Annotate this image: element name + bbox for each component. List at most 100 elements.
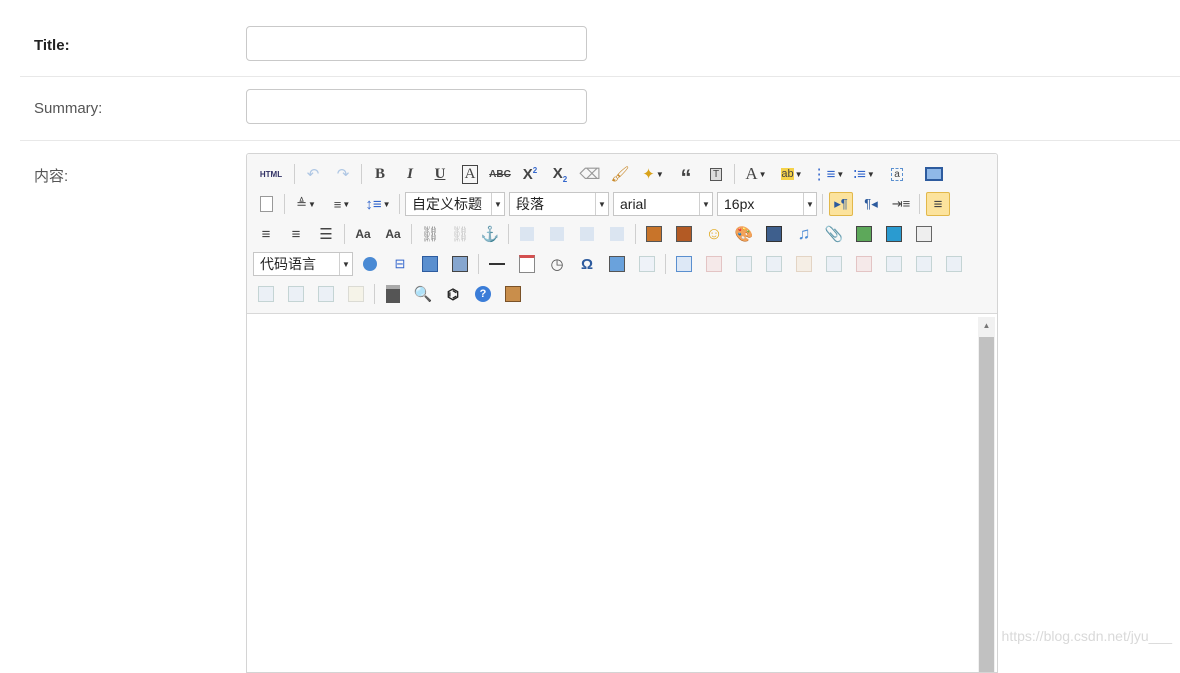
time-button[interactable]: ◷: [545, 252, 569, 276]
chevron-down-icon: ▼: [866, 169, 875, 179]
code-language-select[interactable]: 代码语言 ▼: [253, 252, 353, 276]
align-left-button[interactable]: ≡: [926, 192, 950, 216]
to-uppercase-button[interactable]: Aa: [351, 222, 375, 246]
image-right-button[interactable]: [575, 222, 599, 246]
pagebreak-button[interactable]: ⊟: [388, 252, 412, 276]
subscript-button[interactable]: X2: [548, 162, 572, 186]
insert-video-button[interactable]: [762, 222, 786, 246]
insert-caption-button[interactable]: [732, 252, 756, 276]
select-all-button[interactable]: a: [885, 162, 909, 186]
superscript-button[interactable]: X2: [518, 162, 542, 186]
paragraph-select[interactable]: 段落 ▼: [509, 192, 609, 216]
delete-row-button[interactable]: [792, 252, 816, 276]
multi-image-button[interactable]: [672, 222, 696, 246]
toolbar-row: ≜ ▼ ≡ ▼ ↕≡ ▼ 自定义标题 ▼ 段落 ▼ arial ▼ 16px ▼ ▸¶…: [251, 191, 953, 217]
split-cols-icon: [318, 286, 334, 302]
row-spacing-top-button[interactable]: ≜ ▼: [291, 192, 321, 216]
merge-cells-icon: [886, 256, 902, 272]
underline-button[interactable]: U: [428, 162, 452, 186]
font-border-button[interactable]: A: [458, 162, 482, 186]
google-map-button[interactable]: [882, 222, 906, 246]
unlink-button[interactable]: ⛓: [448, 222, 472, 246]
font-color-button[interactable]: A ▼: [741, 162, 771, 186]
web-app-button[interactable]: [912, 222, 936, 246]
insert-frame-button[interactable]: [852, 222, 876, 246]
bold-button[interactable]: B: [368, 162, 392, 186]
eraser-icon: ⌫: [579, 166, 601, 183]
indent-button[interactable]: ⇥≡: [889, 192, 913, 216]
scrollbar-thumb[interactable]: [979, 337, 994, 672]
split-to-cells-button[interactable]: [254, 282, 278, 306]
print-button[interactable]: [381, 282, 405, 306]
paste-plain-button[interactable]: T: [704, 162, 728, 186]
preview-doc-button[interactable]: 🔍: [411, 282, 435, 306]
search-replace-button[interactable]: ⌬: [441, 282, 465, 306]
unordered-list-button[interactable]: ∶≡ ▼: [849, 162, 879, 186]
delete-table-button[interactable]: [702, 252, 726, 276]
strikethrough-button[interactable]: ABC: [488, 162, 512, 186]
vertical-scrollbar[interactable]: ▲: [978, 317, 995, 672]
format-painter-button[interactable]: 🖌: [608, 162, 632, 186]
insert-row-button[interactable]: [762, 252, 786, 276]
background-button[interactable]: [448, 252, 472, 276]
image-left-button[interactable]: [545, 222, 569, 246]
special-chars-button[interactable]: Ω: [575, 252, 599, 276]
rtl-direction-button[interactable]: ¶◂: [859, 192, 883, 216]
merge-down-button[interactable]: [942, 252, 966, 276]
word-paste-button[interactable]: [635, 252, 659, 276]
ordered-list-button[interactable]: ⋮≡ ▼: [811, 162, 845, 186]
image-center-button[interactable]: [605, 222, 629, 246]
to-lowercase-button[interactable]: Aa: [381, 222, 405, 246]
insert-col-button[interactable]: [822, 252, 846, 276]
background-color-button[interactable]: ab ▼: [777, 162, 807, 186]
attachment-button[interactable]: 📎: [822, 222, 846, 246]
align-right-button[interactable]: ≡: [284, 222, 308, 246]
custom-heading-select[interactable]: 自定义标题 ▼: [405, 192, 505, 216]
align-justify-button[interactable]: ☰: [314, 222, 338, 246]
auto-typeset-button[interactable]: ✦ ▼: [638, 162, 668, 186]
italic-button[interactable]: I: [398, 162, 422, 186]
bold-icon: B: [374, 165, 385, 182]
font-size-select[interactable]: 16px ▼: [717, 192, 817, 216]
undo-button[interactable]: ↶: [301, 162, 325, 186]
line-height-button[interactable]: ↕≡ ▼: [363, 192, 393, 216]
template-button[interactable]: [418, 252, 442, 276]
editor-content-area[interactable]: [247, 314, 997, 672]
horizontal-rule-button[interactable]: [485, 252, 509, 276]
preview-button[interactable]: [922, 162, 946, 186]
image-none-button[interactable]: [515, 222, 539, 246]
emotion-button[interactable]: ☺: [702, 222, 726, 246]
paperclip-icon: 📎: [824, 226, 844, 243]
charts-button[interactable]: [344, 282, 368, 306]
music-button[interactable]: ♫: [792, 222, 816, 246]
anchor-button[interactable]: ⚓: [478, 222, 502, 246]
link-button[interactable]: ⛓: [418, 222, 442, 246]
date-button[interactable]: [515, 252, 539, 276]
merge-right-button[interactable]: [912, 252, 936, 276]
split-to-cols-button[interactable]: [314, 282, 338, 306]
clear-doc-button[interactable]: [254, 192, 278, 216]
chevron-up-icon[interactable]: ▲: [978, 317, 995, 334]
remove-format-button[interactable]: ⌫: [578, 162, 602, 186]
blockquote-button[interactable]: “: [674, 162, 698, 189]
drafts-button[interactable]: [501, 282, 525, 306]
ordered-list-icon: ⋮≡: [811, 166, 836, 183]
scrawl-button[interactable]: 🎨: [732, 222, 756, 246]
insert-table-button[interactable]: [672, 252, 696, 276]
redo-button[interactable]: ↷: [331, 162, 355, 186]
font-family-select[interactable]: arial ▼: [613, 192, 713, 216]
split-to-rows-button[interactable]: [284, 282, 308, 306]
summary-input[interactable]: [246, 89, 587, 124]
help-button[interactable]: ?: [471, 282, 495, 306]
insert-image-button[interactable]: [642, 222, 666, 246]
title-input[interactable]: [246, 26, 587, 61]
html-source-button[interactable]: HTML: [254, 162, 288, 186]
align-center-button[interactable]: ≡: [254, 222, 278, 246]
clipboard-icon: [505, 286, 521, 302]
row-spacing-bottom-button[interactable]: ≡ ▼: [327, 192, 357, 216]
code-block-button[interactable]: [358, 252, 382, 276]
wordimage-button[interactable]: [605, 252, 629, 276]
merge-cells-button[interactable]: [882, 252, 906, 276]
ltr-direction-button[interactable]: ▸¶: [829, 192, 853, 216]
delete-col-button[interactable]: [852, 252, 876, 276]
